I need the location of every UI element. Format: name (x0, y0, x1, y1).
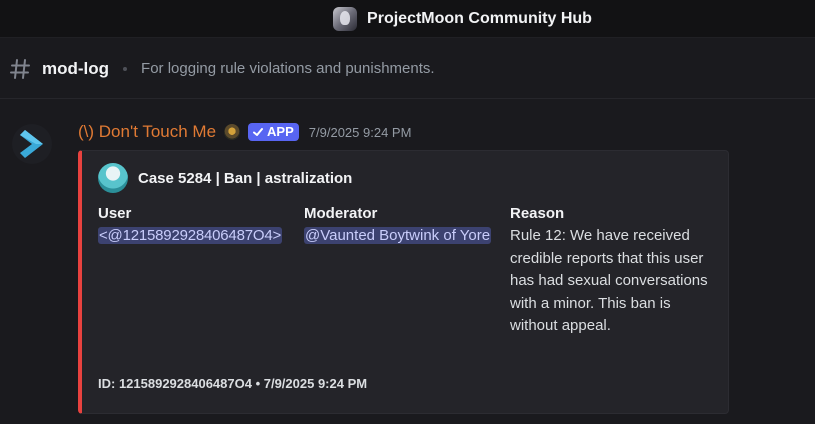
server-title[interactable]: ProjectMoon Community Hub (333, 6, 592, 31)
channel-name: mod-log (42, 58, 110, 78)
field-reason-value: Rule 12: We have received credible repor… (510, 227, 708, 334)
app-badge-label: APP (267, 124, 294, 139)
moderator-mention[interactable]: @Vaunted Boytwink of Yore (304, 227, 492, 244)
field-reason-name: Reason (510, 205, 565, 222)
bot-avatar[interactable] (12, 124, 52, 164)
channel-topic[interactable]: For logging rule violations and punishme… (141, 60, 435, 77)
field-moderator: Moderator @Vaunted Boytwink of Yore (304, 205, 504, 248)
message-header: (\) Don't Touch Me APP 7/9/2025 9:24 PM (78, 122, 411, 142)
author-username[interactable]: (\) Don't Touch Me (78, 122, 216, 142)
embed-author: Case 5284 | Ban | astralization (98, 163, 352, 193)
chevron-bot-icon (20, 130, 43, 158)
server-icon (333, 6, 358, 31)
message-timestamp[interactable]: 7/9/2025 9:24 PM (309, 125, 412, 140)
title-bar: ProjectMoon Community Hub (0, 0, 815, 38)
field-user-name: User (98, 205, 132, 222)
embed-footer: ID: 1215892928406487O4 • 7/9/2025 9:24 P… (98, 376, 368, 391)
field-user: User <@1215892928406487O4> (98, 205, 294, 248)
checkmark-icon (253, 127, 264, 136)
topic-divider (123, 66, 128, 71)
user-mention[interactable]: <@1215892928406487O4> (98, 227, 283, 244)
channel-header: mod-log For logging rule violations and … (0, 39, 815, 99)
message: (\) Don't Touch Me APP 7/9/2025 9:24 PM … (0, 100, 815, 424)
status-emoji-icon (224, 124, 241, 140)
embed-author-avatar (98, 163, 128, 193)
server-name: ProjectMoon Community Hub (367, 9, 592, 27)
hash-icon (10, 58, 30, 79)
app-badge: APP (248, 123, 299, 141)
embed: Case 5284 | Ban | astralization User <@1… (78, 150, 729, 414)
field-reason: Reason Rule 12: We have received credibl… (510, 205, 715, 338)
field-moderator-name: Moderator (304, 205, 378, 222)
embed-author-name: Case 5284 | Ban | astralization (138, 169, 353, 187)
